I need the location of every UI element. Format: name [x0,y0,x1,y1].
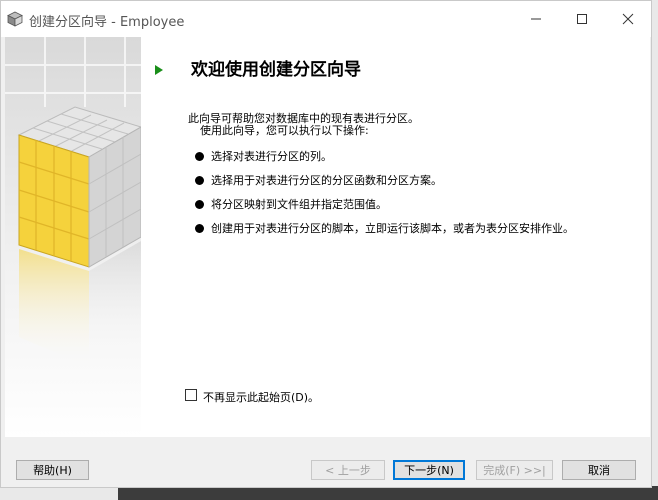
close-button[interactable] [605,1,651,37]
list-item: 创建用于对表进行分区的脚本，立即运行该脚本，或者为表分区安排作业。 [191,219,641,243]
next-button[interactable]: 下一步(N) [393,460,465,480]
skip-welcome-label[interactable]: 不再显示此起始页(D)。 [203,389,319,405]
title-bar[interactable]: 创建分区向导 - Employee [1,1,651,37]
help-button[interactable]: 帮助(H) [16,460,89,480]
green-arrow-icon [155,65,163,75]
list-item: 将分区映射到文件组并指定范围值。 [191,195,641,219]
window-title: 创建分区向导 - Employee [29,15,185,30]
wizard-content: 欢迎使用创建分区向导 此向导可帮助您对数据库中的现有表进行分区。 使用此向导，您… [5,37,650,437]
list-item-text: 选择用于对表进行分区的分区函数和分区方案。 [211,174,442,187]
list-item: 选择对表进行分区的列。 [191,147,641,171]
maximize-icon [577,14,587,24]
intro-text-actions: 使用此向导，您可以执行以下操作: [200,124,369,137]
cube-icon [7,11,23,27]
cancel-button[interactable]: 取消 [562,460,636,480]
bullet-icon [195,224,204,233]
wizard-banner [5,37,141,437]
list-item-text: 将分区映射到文件组并指定范围值。 [211,198,387,211]
feature-list: 选择对表进行分区的列。 选择用于对表进行分区的分区函数和分区方案。 将分区映射到… [191,147,641,243]
minimize-icon [531,18,541,20]
list-item: 选择用于对表进行分区的分区函数和分区方案。 [191,171,641,195]
close-icon [622,13,634,25]
page-title: 欢迎使用创建分区向导 [191,60,361,80]
minimize-button[interactable] [513,1,559,37]
list-item-text: 创建用于对表进行分区的脚本，立即运行该脚本，或者为表分区安排作业。 [211,222,574,235]
finish-button[interactable]: 完成(F) >>| [476,460,553,480]
skip-welcome-checkbox[interactable] [185,389,197,401]
partition-cube-illustration [5,37,141,437]
previous-button[interactable]: < 上一步 [311,460,385,480]
bullet-icon [195,176,204,185]
background-editor-bottom [118,486,658,500]
maximize-button[interactable] [559,1,605,37]
wizard-window: 创建分区向导 - Employee 欢迎使用创建分区向导 此向导可帮助您对数据库… [0,0,652,488]
bullet-icon [195,200,204,209]
bullet-icon [195,152,204,161]
list-item-text: 选择对表进行分区的列。 [211,150,332,163]
